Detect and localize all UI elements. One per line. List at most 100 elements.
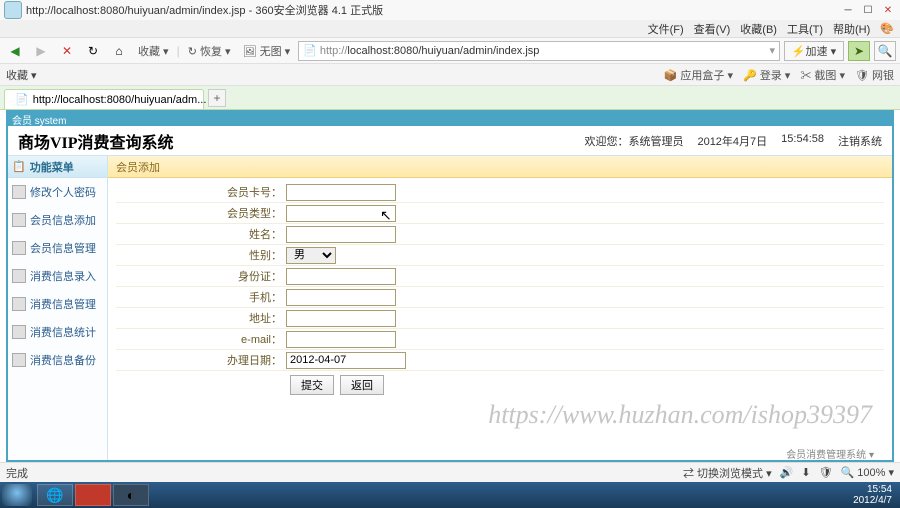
fav-dropdown[interactable]: 收藏 ▾ [134,43,173,59]
go-button[interactable]: ➤ [848,41,870,61]
switch-mode[interactable]: ⇄ 切换浏览模式 ▾ [683,465,772,481]
frame-title: 会员 system [8,112,892,126]
label-card-no: 会员卡号： [116,184,286,200]
label-name: 姓名： [116,226,286,242]
address-rest: localhost:8080/huiyuan/admin/index.jsp [347,45,539,57]
label-proc-date: 办理日期： [116,352,286,368]
stop-icon[interactable]: ✕ [56,40,78,62]
logout-link[interactable]: 注销系统 [838,133,882,149]
menu-tools[interactable]: 工具(T) [787,21,823,37]
zoom-control[interactable]: 🔍 100% ▾ [841,466,894,479]
input-phone[interactable] [286,289,396,306]
fav-strip-fav[interactable]: 收藏 ▾ [6,67,37,83]
time-text: 15:54:58 [781,133,824,149]
content-title: 会员添加 [108,156,892,178]
select-gender[interactable]: 男 [286,247,336,264]
sidebar-item-consume-backup[interactable]: 消费信息备份 [8,346,107,374]
address-bar[interactable]: 📄 http://localhost:8080/huiyuan/admin/in… [298,41,780,61]
title-suffix: - 360安全浏览器 4.1 正式版 [246,5,384,17]
tab-favicon: 📄 [15,93,29,106]
label-gender: 性别： [116,247,286,263]
minimize-icon[interactable]: ─ [840,3,856,17]
tab-label: http://localhost:8080/huiyuan/adm... [33,94,207,106]
search-icon[interactable]: 🔍 [874,41,896,61]
back-button[interactable]: 返回 [340,375,384,395]
label-id-card: 身份证： [116,268,286,284]
app-header: 商场VIP消费查询系统 欢迎您：系统管理员 2012年4月7日 15:54:58… [8,126,892,156]
main-area: 会员添加 会员卡号： 会员类型： 姓名： 性别：男 身份证： 手机： 地址： e… [108,156,892,460]
sidebar-head: 📋 功能菜单 [8,156,107,178]
tab-active[interactable]: 📄 http://localhost:8080/huiyuan/adm... ✕ [4,89,204,109]
login-link[interactable]: 🔑 登录 ▾ [743,67,790,83]
label-card-type: 会员类型： [116,205,286,221]
status-bar: 完成 ⇄ 切换浏览模式 ▾ 🔊 ⬇ 🛡 🔍 100% ▾ [0,462,900,482]
menu-file[interactable]: 文件(F) [648,21,684,37]
tab-strip: 📄 http://localhost:8080/huiyuan/adm... ✕… [0,86,900,110]
password-icon [12,185,26,199]
page-frame: 会员 system 商场VIP消费查询系统 欢迎您：系统管理员 2012年4月7… [6,110,894,462]
taskbar-eclipse[interactable]: ◐ [113,484,149,506]
new-tab-button[interactable]: + [208,89,226,107]
input-card-type[interactable] [286,205,396,222]
accelerate-button[interactable]: ⚡加速 ▾ [784,41,844,61]
sidebar-item-password[interactable]: 修改个人密码 [8,178,107,206]
consume-backup-icon [12,353,26,367]
refresh-icon[interactable]: ↻ [82,40,104,62]
start-button[interactable] [2,484,32,506]
home-icon[interactable]: ⌂ [108,40,130,62]
sidebar-item-consume-add[interactable]: 消费信息录入 [8,262,107,290]
member-add-form: 会员卡号： 会员类型： 姓名： 性别：男 身份证： 手机： 地址： e-mail… [108,178,892,399]
consume-stats-icon [12,325,26,339]
address-proto: http:// [320,45,348,57]
favorites-strip: 收藏 ▾ 📦 应用盒子 ▾ 🔑 登录 ▾ ✂ 截图 ▾ 🛡 网银 [0,64,900,86]
restore-button[interactable]: ↻ 恢复 ▾ [184,43,235,59]
volume-icon[interactable]: 🔊 [780,466,794,479]
taskbar-clock[interactable]: 15:54 2012/4/7 [847,484,898,506]
safe-icon[interactable]: 🛡 [819,466,833,479]
menu-bar: 文件(F) 查看(V) 收藏(B) 工具(T) 帮助(H) 🎨 [0,20,900,38]
label-address: 地址： [116,310,286,326]
label-phone: 手机： [116,289,286,305]
input-card-no[interactable] [286,184,396,201]
label-email: e-mail： [116,331,286,347]
close-icon[interactable]: ✕ [880,3,896,17]
forward-icon[interactable]: ▶ [30,40,52,62]
member-add-icon [12,213,26,227]
sidebar-item-consume-manage[interactable]: 消费信息管理 [8,290,107,318]
appbox-link[interactable]: 📦 应用盒子 ▾ [664,67,733,83]
consume-manage-icon [12,297,26,311]
app-title: 商场VIP消费查询系统 [18,129,174,153]
sidebar-item-member-add[interactable]: 会员信息添加 [8,206,107,234]
welcome-text: 欢迎您：系统管理员 [584,133,683,149]
title-url: http://localhost:8080/huiyuan/admin/inde… [26,5,246,17]
submit-button[interactable]: 提交 [290,375,334,395]
netbank-link[interactable]: 🛡 网银 [855,67,894,83]
menu-icon: 📋 [12,160,26,173]
consume-add-icon [12,269,26,283]
maximize-icon[interactable]: ☐ [860,3,876,17]
nav-bar: ◀ ▶ ✕ ↻ ⌂ 收藏 ▾ | ↻ 恢复 ▾ 🖼 无图 ▾ 📄 http://… [0,38,900,64]
watermark: https://www.huzhan.com/ishop39397 [488,400,872,430]
status-done: 完成 [6,465,28,481]
taskbar-ie[interactable]: 🌐 [37,484,73,506]
sidebar-item-member-manage[interactable]: 会员信息管理 [8,234,107,262]
input-address[interactable] [286,310,396,327]
menu-view[interactable]: 查看(V) [694,21,731,37]
menu-help[interactable]: 帮助(H) [833,21,870,37]
sidebar-item-consume-stats[interactable]: 消费信息统计 [8,318,107,346]
download-icon[interactable]: ⬇ [801,466,810,479]
input-name[interactable] [286,226,396,243]
window-title-bar: http://localhost:8080/huiyuan/admin/inde… [0,0,900,20]
input-id-card[interactable] [286,268,396,285]
screenshot-link[interactable]: ✂ 截图 ▾ [800,67,845,83]
back-icon[interactable]: ◀ [4,40,26,62]
input-email[interactable] [286,331,396,348]
skin-icon[interactable]: 🎨 [880,22,894,35]
input-proc-date[interactable] [286,352,406,369]
member-manage-icon [12,241,26,255]
nopic-button[interactable]: 🖼 无图 ▾ [239,43,295,59]
taskbar-app1[interactable] [75,484,111,506]
sidebar: 📋 功能菜单 修改个人密码 会员信息添加 会员信息管理 消费信息录入 消费信息管… [8,156,108,460]
menu-fav[interactable]: 收藏(B) [740,21,777,37]
taskbar: 🌐 ◐ 15:54 2012/4/7 [0,482,900,508]
